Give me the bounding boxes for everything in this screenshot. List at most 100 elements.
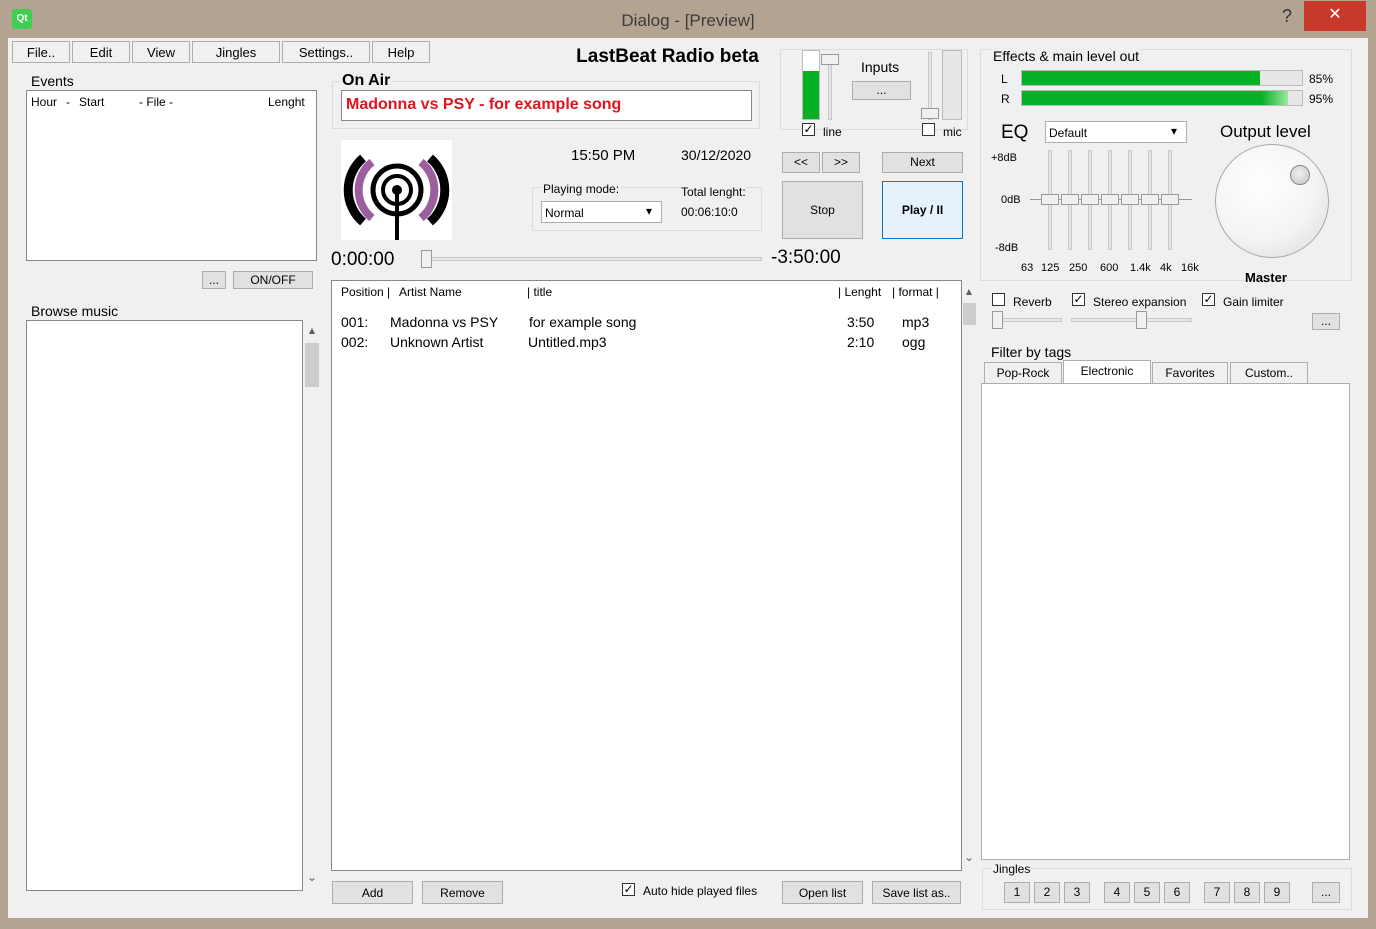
jingles-more-button[interactable]: ... [1312, 882, 1340, 903]
menu-file[interactable]: File.. [12, 41, 70, 63]
playlist-scrollbar[interactable] [962, 280, 977, 871]
master-label: Master [1245, 270, 1287, 285]
jingle-button-7[interactable]: 7 [1204, 882, 1230, 903]
close-button[interactable]: ✕ [1304, 1, 1366, 31]
table-row[interactable]: 002: Unknown Artist Untitled.mp3 2:10 og… [332, 333, 960, 353]
jingle-button-3[interactable]: 3 [1064, 882, 1090, 903]
stereo-expansion-label: Stereo expansion [1093, 295, 1187, 309]
events-more-button[interactable]: ... [202, 271, 226, 289]
eq-band-handle[interactable] [1061, 194, 1079, 205]
row-format: mp3 [902, 314, 930, 330]
events-onoff-button[interactable]: ON/OFF [233, 271, 313, 289]
menu-help[interactable]: Help [372, 41, 430, 63]
scroll-up-icon[interactable]: ▲ [963, 287, 975, 296]
inputs-more-button[interactable]: ... [852, 81, 911, 100]
table-row[interactable]: 001: Madonna vs PSY for example song 3:5… [332, 313, 960, 333]
save-list-button[interactable]: Save list as.. [872, 881, 961, 904]
eq-band-handle[interactable] [1101, 194, 1119, 205]
position-slider-handle[interactable] [421, 250, 432, 268]
clock-time: 15:50 PM [571, 147, 636, 164]
eq-band-handle[interactable] [1041, 194, 1059, 205]
remaining-time: -3:50:00 [771, 247, 841, 268]
playlist-scroll-thumb[interactable] [963, 303, 976, 325]
line-checkbox[interactable]: ✓ [802, 123, 815, 136]
playlist-col-position[interactable]: Position | [341, 285, 390, 299]
playlist-col-format[interactable]: | format | [892, 285, 939, 299]
menu-view[interactable]: View [132, 41, 190, 63]
line-gain-handle[interactable] [821, 54, 839, 65]
elapsed-time: 0:00:00 [331, 249, 395, 270]
events-list[interactable] [26, 90, 317, 261]
effects-more-button[interactable]: ... [1312, 313, 1340, 330]
stereo-slider-track[interactable] [1071, 318, 1192, 322]
stereo-slider-handle[interactable] [1136, 311, 1147, 329]
radio-logo [341, 140, 452, 240]
playlist-table[interactable] [331, 280, 962, 871]
stereo-expansion-checkbox[interactable]: ✓ [1072, 293, 1085, 306]
stop-button[interactable]: Stop [782, 181, 863, 239]
help-icon[interactable]: ? [1282, 6, 1302, 28]
knob-indicator [1290, 165, 1310, 185]
tab-pop-rock[interactable]: Pop-Rock [984, 362, 1062, 384]
row-artist: Madonna vs PSY [390, 314, 499, 330]
jingle-button-5[interactable]: 5 [1134, 882, 1160, 903]
eq-band-label: 63 [1021, 262, 1034, 274]
jingle-button-6[interactable]: 6 [1164, 882, 1190, 903]
playing-mode-value: Normal [545, 206, 584, 220]
events-header-hour: Hour [31, 95, 58, 109]
seek-back-button[interactable]: << [782, 152, 820, 173]
browse-scrollbar[interactable] [303, 320, 320, 891]
jingle-button-2[interactable]: 2 [1034, 882, 1060, 903]
jingle-button-8[interactable]: 8 [1234, 882, 1260, 903]
eq-band-label: 250 [1069, 262, 1088, 274]
menu-edit[interactable]: Edit [72, 41, 130, 63]
right-channel-label: R [1001, 92, 1010, 106]
auto-hide-checkbox[interactable]: ✓ [622, 883, 635, 896]
menu-jingles[interactable]: Jingles [192, 41, 280, 63]
eq-label: EQ [1001, 122, 1029, 143]
tab-electronic[interactable]: Electronic [1063, 360, 1151, 384]
next-button[interactable]: Next [882, 152, 963, 173]
browse-music-tree[interactable] [26, 320, 303, 891]
seek-forward-button[interactable]: >> [822, 152, 860, 173]
master-volume-knob[interactable] [1215, 144, 1329, 258]
eq-band-handle[interactable] [1081, 194, 1099, 205]
menu-settings[interactable]: Settings.. [282, 41, 370, 63]
play-pause-button[interactable]: Play / II [882, 181, 963, 239]
scroll-down-icon[interactable]: ⌄ [963, 850, 975, 864]
browse-scroll-thumb[interactable] [305, 343, 319, 387]
remove-button[interactable]: Remove [422, 881, 503, 904]
reverb-label: Reverb [1013, 295, 1052, 309]
window-title: Dialog - [Preview] [621, 11, 755, 30]
scroll-down-icon[interactable]: ⌄ [306, 870, 318, 884]
mic-gain-handle[interactable] [921, 108, 939, 119]
eq-band-handle[interactable] [1121, 194, 1139, 205]
add-button[interactable]: Add [332, 881, 413, 904]
line-level-meter [802, 50, 820, 120]
playlist-col-title[interactable]: | title [527, 285, 552, 299]
gain-limiter-checkbox[interactable]: ✓ [1202, 293, 1215, 306]
inputs-label: Inputs [861, 59, 900, 75]
jingles-label: Jingles [991, 862, 1033, 876]
playlist-col-artist[interactable]: Artist Name [399, 285, 462, 299]
left-level-value: 85% [1309, 72, 1334, 86]
row-length: 3:50 [847, 314, 875, 330]
line-gain-track[interactable] [828, 56, 832, 120]
scroll-up-icon[interactable]: ▲ [306, 326, 318, 335]
reverb-checkbox[interactable] [992, 293, 1005, 306]
eq-band-handle[interactable] [1141, 194, 1159, 205]
tab-favorites[interactable]: Favorites [1152, 362, 1228, 384]
row-artist: Unknown Artist [390, 334, 484, 350]
playlist-col-length[interactable]: | Lenght [838, 285, 881, 299]
eq-band-handle[interactable] [1161, 194, 1179, 205]
open-list-button[interactable]: Open list [782, 881, 863, 904]
reverb-slider-handle[interactable] [992, 311, 1003, 329]
jingle-button-1[interactable]: 1 [1004, 882, 1030, 903]
mic-checkbox[interactable] [922, 123, 935, 136]
jingle-button-4[interactable]: 4 [1104, 882, 1130, 903]
position-slider-track[interactable] [421, 257, 762, 261]
jingle-button-9[interactable]: 9 [1264, 882, 1290, 903]
events-header-start: Start [79, 95, 105, 109]
gain-limiter-label: Gain limiter [1223, 295, 1284, 309]
tab-custom[interactable]: Custom.. [1230, 362, 1308, 384]
